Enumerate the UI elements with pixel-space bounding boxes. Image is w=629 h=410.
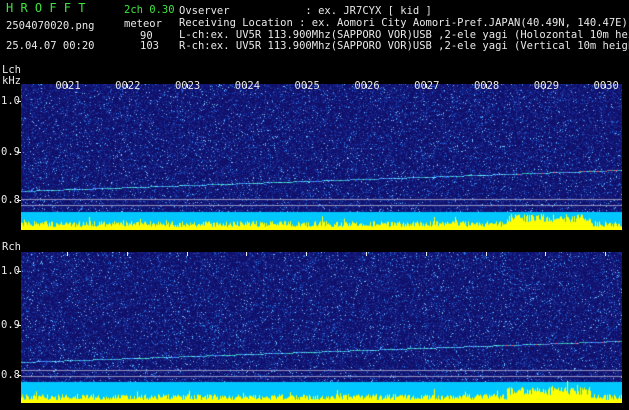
time-tick-mark [67, 84, 68, 88]
freq-tick-mark-lch [17, 200, 21, 201]
time-tick-mark [545, 84, 547, 88]
time-tick-label: 0025 [294, 80, 320, 92]
app-brand: H R O F F T [6, 1, 86, 15]
time-tick-label: 0027 [414, 80, 440, 92]
time-tick-label: 0026 [354, 80, 380, 92]
rch-label: Rch [2, 241, 21, 253]
time-tick-mark [366, 252, 367, 256]
time-tick-label: 0022 [115, 80, 141, 92]
freq-tick-mark-lch [17, 101, 21, 102]
observer-info: Ovserver : ex. JR7CYX [ kid ] [179, 5, 432, 17]
timestamp: 25.04.07 00:20 [6, 40, 95, 52]
time-tick-label: 0028 [473, 80, 500, 92]
time-tick-label: 0030 [593, 80, 619, 92]
time-tick-mark [425, 84, 427, 88]
lch-spectrogram-canvas [21, 84, 622, 230]
meteor-label: meteor [124, 18, 162, 30]
filename: 2504070020.png [6, 20, 95, 32]
lch-spectrogram [21, 84, 622, 230]
freq-tick-mark-rch [17, 271, 21, 272]
time-tick-mark [425, 252, 427, 256]
rch-spectrogram-canvas [21, 252, 622, 403]
time-tick-label: 0023 [174, 80, 201, 92]
time-tick-label: 0021 [55, 80, 81, 92]
time-tick-mark [186, 252, 188, 256]
time-tick-mark [366, 84, 367, 88]
time-tick-mark [485, 84, 487, 88]
freq-tick-mark-lch [17, 152, 21, 153]
time-tick-mark [605, 84, 607, 88]
time-tick-mark [246, 252, 248, 256]
meteor-count-rch: 103 [140, 40, 159, 52]
time-tick-mark [126, 84, 128, 88]
location-info: Receiving Location : ex. Aomori City Aom… [179, 17, 628, 29]
time-tick-mark [605, 252, 607, 256]
time-tick-mark [306, 252, 308, 256]
time-tick-label: 0029 [533, 80, 560, 92]
unit-label: kHz [2, 75, 21, 87]
time-tick-mark [485, 252, 487, 256]
time-tick-mark [545, 252, 547, 256]
time-tick-mark [186, 84, 188, 88]
freq-tick-mark-rch [17, 375, 21, 376]
rch-info: R-ch:ex. UV5R 113.900Mhz(SAPPORO VOR)USB… [179, 40, 629, 52]
time-tick-mark [126, 252, 128, 256]
time-tick-mark [246, 84, 248, 88]
mode-label: 2ch 0.30 [124, 4, 175, 16]
time-tick-mark [67, 252, 68, 256]
time-tick-mark [306, 84, 308, 88]
rch-spectrogram [21, 252, 622, 403]
freq-tick-mark-rch [17, 325, 21, 326]
time-tick-label: 0024 [234, 80, 261, 92]
